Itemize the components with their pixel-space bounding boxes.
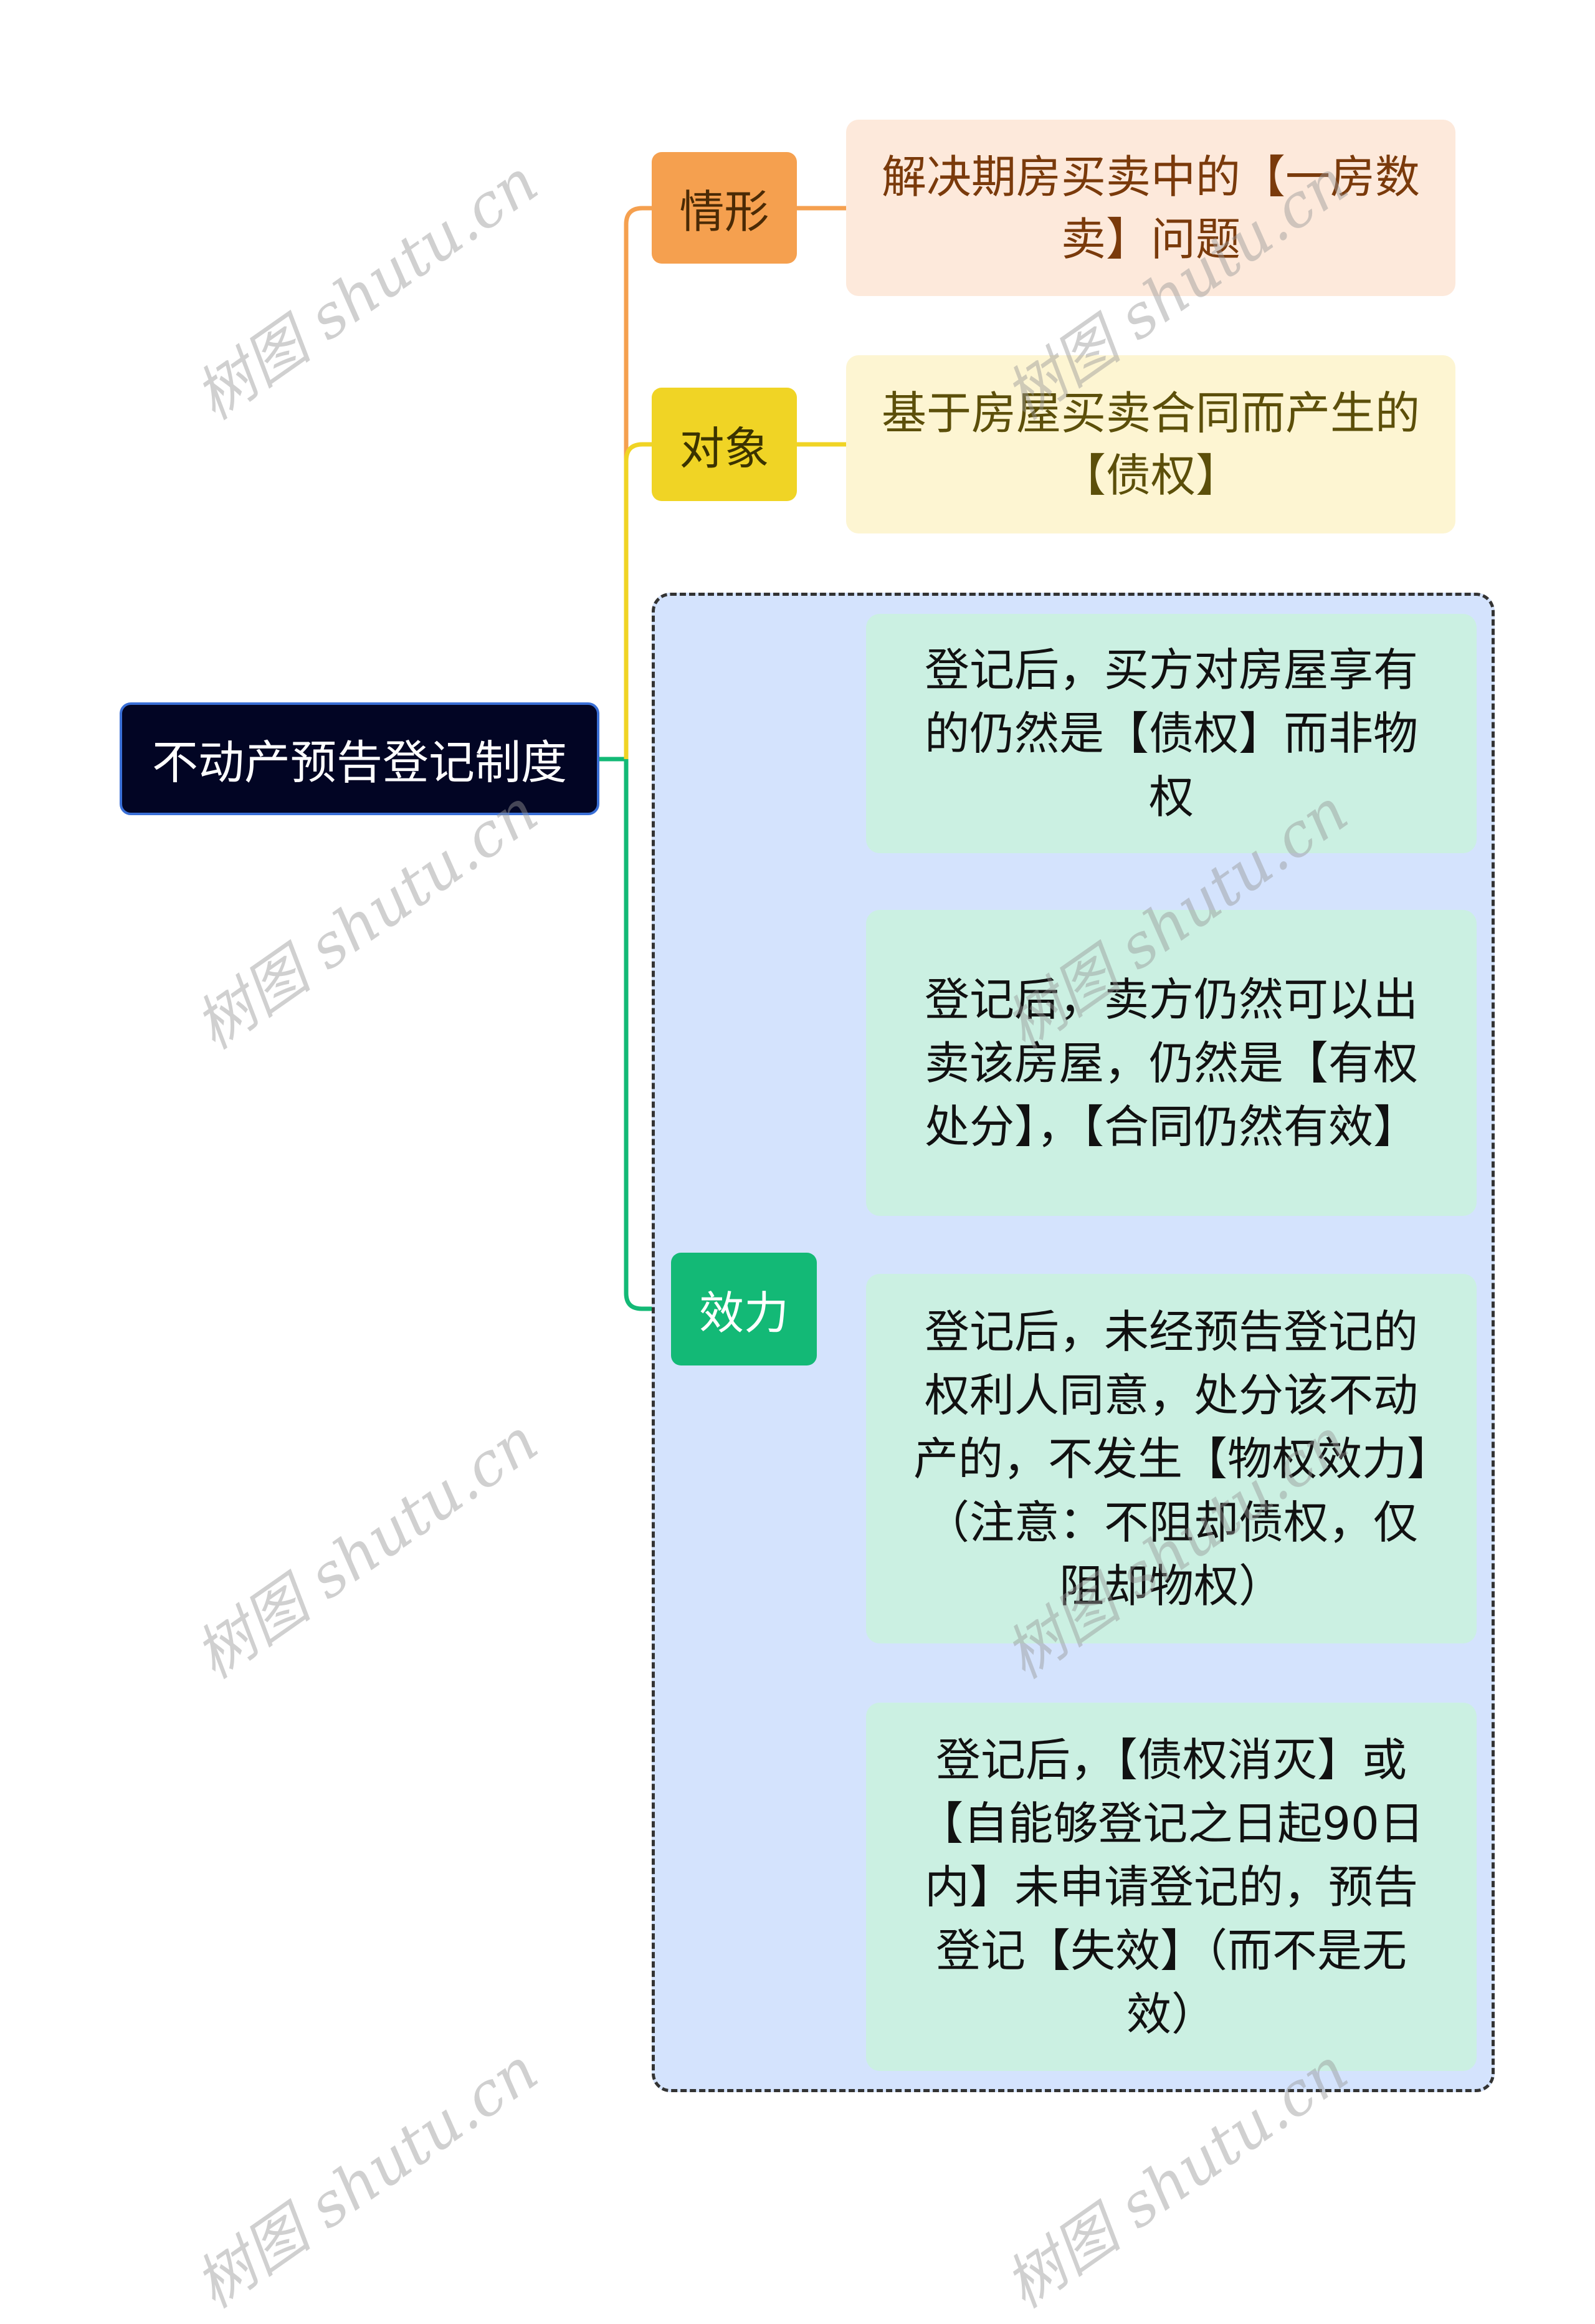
effect-item-4[interactable]: 登记后，【债权消灭】或【自能够登记之日起90日内】未申请登记的，预告登记【失效】… <box>866 1703 1477 2071</box>
connector-object <box>624 442 652 759</box>
effect-item-3[interactable]: 登记后，未经预告登记的权利人同意，处分该不动产的，不发生【物权效力】（注意：不阻… <box>866 1274 1477 1643</box>
topic-situation[interactable]: 情形 <box>652 152 797 264</box>
detail-situation[interactable]: 解决期房买卖中的【一房数卖】问题 <box>846 120 1455 296</box>
topic-object[interactable]: 对象 <box>652 388 797 501</box>
effect-item-3-text: 登记后，未经预告登记的权利人同意，处分该不动产的，不发生【物权效力】（注意：不阻… <box>913 1305 1429 1612</box>
effect-item-4-text: 登记后，【债权消灭】或【自能够登记之日起90日内】未申请登记的，预告登记【失效】… <box>918 1733 1424 2040</box>
effect-item-1-text: 登记后，买方对房屋享有的仍然是【债权】而非物权 <box>924 644 1418 823</box>
root-node[interactable]: 不动产预告登记制度 <box>120 702 599 815</box>
connector-situation <box>624 206 652 759</box>
watermark: 树图 shutu.cn <box>182 2034 550 2322</box>
effect-item-2-text: 登记后，卖方仍然可以出卖该房屋，仍然是【有权处分】，【合同仍然有效】 <box>924 973 1418 1153</box>
detail-situation-text: 解决期房买卖中的【一房数卖】问题 <box>881 150 1420 265</box>
watermark: 树图 shutu.cn <box>182 1405 550 1692</box>
detail-object[interactable]: 基于房屋买卖合同而产生的【债权】 <box>846 355 1455 533</box>
topic-situation-label: 情形 <box>679 186 769 238</box>
watermark: 树图 shutu.cn <box>182 146 550 433</box>
effect-item-2[interactable]: 登记后，卖方仍然可以出卖该房屋，仍然是【有权处分】，【合同仍然有效】 <box>866 910 1477 1216</box>
topic-effect-label: 效力 <box>698 1287 789 1339</box>
detail-object-text: 基于房屋买卖合同而产生的【债权】 <box>881 387 1420 502</box>
effect-item-1[interactable]: 登记后，买方对房屋享有的仍然是【债权】而非物权 <box>866 614 1477 853</box>
topic-object-label: 对象 <box>679 422 769 475</box>
topic-effect[interactable]: 效力 <box>671 1253 817 1365</box>
root-label: 不动产预告登记制度 <box>152 736 567 790</box>
